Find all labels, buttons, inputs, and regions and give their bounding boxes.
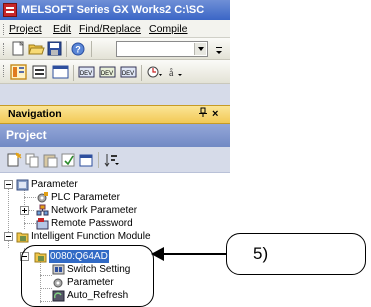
tree-item-parameter[interactable]: Parameter: [0, 178, 230, 191]
arrow-line: [161, 253, 227, 255]
svg-text:?: ?: [75, 45, 81, 55]
highlight-outline: [21, 245, 154, 307]
property-icon[interactable]: [60, 152, 77, 168]
svg-text:DEV: DEV: [122, 71, 134, 77]
open-icon[interactable]: [28, 41, 45, 57]
tree-label: PLC Parameter: [51, 192, 120, 203]
tree-label: Intelligent Function Module: [31, 231, 151, 242]
device-batch-icon[interactable]: DEV: [120, 64, 137, 80]
toolbar-grip: [3, 43, 5, 55]
read-icon[interactable]: å: [167, 64, 184, 80]
svg-text:DEV: DEV: [101, 71, 113, 77]
svg-text:DEV: DEV: [80, 71, 92, 77]
view-toolbar: DEV DEV DEV å: [0, 60, 230, 84]
device-icon[interactable]: DEV: [78, 64, 95, 80]
app-icon: [3, 3, 17, 17]
callout-text: 5): [253, 244, 269, 263]
network-parameter-icon: [36, 204, 49, 217]
tree-label: Parameter: [31, 179, 78, 190]
parameter-folder-icon: [16, 178, 29, 191]
title-bar: MELSOFT Series GX Works2 C:\SC: [0, 0, 230, 20]
menu-compile[interactable]: Compile: [149, 20, 188, 37]
open-icon[interactable]: [78, 152, 95, 168]
expand-icon[interactable]: [20, 206, 29, 215]
menu-find-replace[interactable]: Find/Replace: [79, 20, 141, 37]
project-toolbar: [0, 147, 230, 173]
close-icon[interactable]: ×: [212, 106, 218, 123]
toolbar-combo[interactable]: [116, 41, 208, 57]
copy-icon[interactable]: [24, 152, 41, 168]
navigation-icon[interactable]: [10, 64, 27, 80]
toolbar-separator: [73, 65, 74, 81]
collapse-icon[interactable]: [4, 180, 13, 189]
paste-icon[interactable]: [42, 152, 59, 168]
collapse-icon[interactable]: [4, 232, 13, 241]
new-icon[interactable]: [10, 41, 27, 57]
chevron-down-icon[interactable]: [194, 43, 206, 55]
menu-edit[interactable]: Edit: [53, 20, 71, 37]
standard-toolbar: ?: [0, 38, 230, 60]
tree-item-plc-parameter[interactable]: PLC Parameter: [0, 191, 230, 204]
plc-parameter-icon: [36, 191, 49, 204]
menu-project[interactable]: Project: [9, 20, 42, 37]
help-icon[interactable]: ?: [70, 41, 87, 57]
new-data-icon[interactable]: [6, 152, 23, 168]
save-icon[interactable]: [46, 41, 63, 57]
toolbar-overflow-icon[interactable]: [212, 41, 226, 57]
parameter-icon[interactable]: [31, 64, 48, 80]
tree-item-intelligent-function-module[interactable]: Intelligent Function Module: [0, 230, 230, 243]
sort-icon[interactable]: [103, 152, 120, 168]
tree-label: Remote Password: [51, 218, 133, 229]
toolbar-separator: [98, 152, 99, 168]
menu-bar: Project Edit Find/Replace Compile: [0, 20, 230, 38]
toolbar-separator: [91, 41, 92, 57]
toolbar-grip: [3, 65, 5, 77]
window-title: MELSOFT Series GX Works2 C:\SC: [21, 4, 205, 16]
watch-icon[interactable]: [146, 64, 163, 80]
toolbar-separator: [141, 65, 142, 81]
project-header: Project: [0, 124, 230, 147]
navigation-title: Navigation: [8, 108, 62, 120]
svg-text:å: å: [169, 68, 174, 79]
navigation-header: Navigation ×: [0, 105, 230, 124]
callout-label: 5): [226, 233, 366, 275]
remote-password-icon: [36, 217, 49, 230]
tree-item-network-parameter[interactable]: Network Parameter: [0, 204, 230, 217]
pin-icon[interactable]: [198, 106, 208, 124]
tree-label: Network Parameter: [51, 205, 138, 216]
window-icon[interactable]: [52, 64, 69, 80]
tree-item-remote-password[interactable]: Remote Password: [0, 217, 230, 230]
menu-grip: [3, 24, 5, 35]
intelligent-module-folder-icon: [16, 230, 29, 243]
device-monitor-icon[interactable]: DEV: [99, 64, 116, 80]
project-title: Project: [6, 128, 47, 142]
toolbar-separator: [66, 41, 67, 57]
